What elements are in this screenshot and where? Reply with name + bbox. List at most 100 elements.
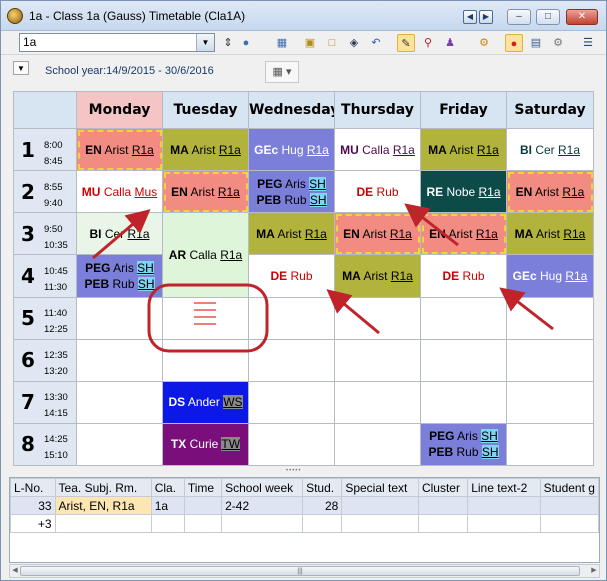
horizontal-scrollbar[interactable]: ◀ ||| ▶ [9, 564, 600, 578]
splitter-grip[interactable]: ••••• [286, 468, 316, 474]
lesson-cell[interactable]: EN Arist R1a [420, 212, 507, 256]
nav-back-icon[interactable]: ◀ [463, 10, 477, 24]
lock-open-icon[interactable]: □ [323, 34, 341, 52]
empty-cell[interactable] [248, 296, 335, 340]
pencil-icon[interactable]: ✎ [397, 34, 415, 52]
grid-icon[interactable]: ▦ [273, 34, 291, 52]
scroll-left-icon[interactable]: ◀ [10, 565, 20, 577]
list-icon[interactable]: ☰ [579, 34, 597, 52]
scrollbar-thumb[interactable]: ||| [20, 566, 580, 576]
lesson-cell[interactable]: RE Nobe R1a [420, 170, 507, 214]
empty-cell[interactable] [506, 422, 594, 467]
table-cell[interactable] [221, 514, 304, 533]
lesson-cell[interactable]: DE Rub [334, 170, 421, 214]
column-header[interactable]: Tea. Subj. Rm. [54, 478, 152, 497]
table-cell[interactable]: 1a [150, 496, 185, 515]
binoculars-icon[interactable]: ◈ [345, 34, 363, 52]
people-icon[interactable]: ♟ [441, 34, 459, 52]
column-header[interactable]: Time [183, 478, 223, 497]
empty-cell[interactable] [506, 380, 594, 424]
column-header[interactable]: Line text-2 [467, 478, 541, 497]
lesson-cell[interactable]: BI Cer R1a [506, 128, 594, 172]
column-header[interactable]: School week [221, 478, 304, 497]
empty-cell[interactable] [76, 296, 163, 340]
group-icon[interactable]: ● [237, 34, 255, 52]
lock-icon[interactable]: ▣ [301, 34, 319, 52]
minimize-button[interactable]: – [507, 9, 531, 25]
lesson-cell[interactable]: AR Calla R1a [162, 212, 249, 298]
empty-cell[interactable] [248, 380, 335, 424]
table-cell[interactable]: 2-42 [221, 496, 304, 515]
lesson-cell[interactable]: PEG Aris SH PEB Rub SH [248, 170, 335, 214]
empty-cell[interactable] [420, 380, 507, 424]
table-cell[interactable] [539, 514, 600, 533]
day-header-tuesday[interactable]: Tuesday [162, 90, 249, 130]
day-header-friday[interactable]: Friday [420, 90, 507, 130]
menu-arrow-icon[interactable]: ▼ [13, 61, 29, 75]
class-select[interactable]: 1a ▼ [19, 33, 215, 52]
table-cell[interactable] [341, 514, 419, 533]
lesson-cell[interactable]: EN Arist R1a [334, 212, 421, 256]
lesson-cell[interactable]: DE Rub [248, 254, 335, 298]
column-header[interactable]: Student g [539, 478, 600, 497]
table-cell[interactable] [150, 514, 185, 533]
column-header[interactable]: L-No. [10, 478, 56, 497]
close-button[interactable]: ✕ [566, 9, 598, 25]
table-cell[interactable] [183, 496, 223, 515]
column-header[interactable]: Special text [341, 478, 419, 497]
lesson-cell[interactable]: DE Rub [420, 254, 507, 298]
lesson-cell[interactable]: TX Curie TW [162, 422, 249, 467]
empty-cell[interactable] [334, 422, 421, 467]
calendar-icon[interactable]: ▦ ▾ [265, 61, 299, 83]
table-cell[interactable] [183, 514, 223, 533]
column-header[interactable]: Cla. [150, 478, 185, 497]
lesson-cell[interactable]: MA Arist R1a [420, 128, 507, 172]
empty-cell[interactable] [248, 338, 335, 382]
empty-cell[interactable] [334, 338, 421, 382]
table-cell[interactable]: Arist, EN, R1a [54, 496, 152, 515]
table-cell[interactable] [417, 496, 469, 515]
scroll-right-icon[interactable]: ▶ [589, 565, 599, 577]
spin-icon[interactable]: ⇕ [219, 34, 237, 52]
dropdown-arrow-icon[interactable]: ▼ [196, 34, 214, 51]
lesson-cell[interactable]: MA Arist R1a [506, 212, 594, 256]
lesson-cell[interactable]: MU Calla R1a [334, 128, 421, 172]
table-row[interactable]: 33 Arist, EN, R1a 1a 2-42 28 [10, 496, 600, 515]
lesson-cell[interactable]: MA Arist R1a [334, 254, 421, 298]
empty-cell[interactable] [76, 422, 163, 467]
empty-cell[interactable] [506, 296, 594, 340]
day-header-thursday[interactable]: Thursday [334, 90, 421, 130]
table-cell[interactable]: +3 [10, 514, 56, 533]
lesson-cell[interactable]: MA Arist R1a [248, 212, 335, 256]
table-cell[interactable]: 28 [302, 496, 343, 515]
table-cell[interactable] [417, 514, 469, 533]
empty-cell[interactable] [76, 380, 163, 424]
undo-icon[interactable]: ↶ [367, 34, 385, 52]
empty-cell[interactable] [420, 338, 507, 382]
table-cell[interactable] [341, 496, 419, 515]
nav-forward-icon[interactable]: ▶ [479, 10, 493, 24]
lesson-cell[interactable]: GEc Hug R1a [248, 128, 335, 172]
maximize-button[interactable]: □ [536, 9, 560, 25]
empty-cell[interactable] [76, 338, 163, 382]
empty-cell[interactable] [162, 296, 249, 340]
lesson-cell[interactable]: EN Arist R1a [76, 128, 163, 172]
table-row[interactable]: +3 [10, 514, 600, 533]
empty-cell[interactable] [334, 380, 421, 424]
empty-cell[interactable] [420, 296, 507, 340]
traffic-light-icon[interactable]: ● [505, 34, 523, 52]
column-header[interactable]: Cluster [417, 478, 469, 497]
lesson-cell[interactable]: EN Arist R1a [162, 170, 249, 214]
day-header-wednesday[interactable]: Wednesday [248, 90, 335, 130]
lesson-cell[interactable]: GEc Hug R1a [506, 254, 594, 298]
empty-cell[interactable] [248, 422, 335, 467]
table-cell[interactable]: 33 [10, 496, 56, 515]
magnifier-icon[interactable]: ⚲ [419, 34, 437, 52]
gear-icon[interactable]: ⚙ [549, 34, 567, 52]
table-cell[interactable] [539, 496, 600, 515]
lesson-cell[interactable]: PEG Aris SH PEB Rub SH [420, 422, 507, 467]
day-header-saturday[interactable]: Saturday [506, 90, 594, 130]
lesson-cell[interactable]: BI Cer R1a [76, 212, 163, 256]
table-cell[interactable] [302, 514, 343, 533]
empty-cell[interactable] [506, 338, 594, 382]
